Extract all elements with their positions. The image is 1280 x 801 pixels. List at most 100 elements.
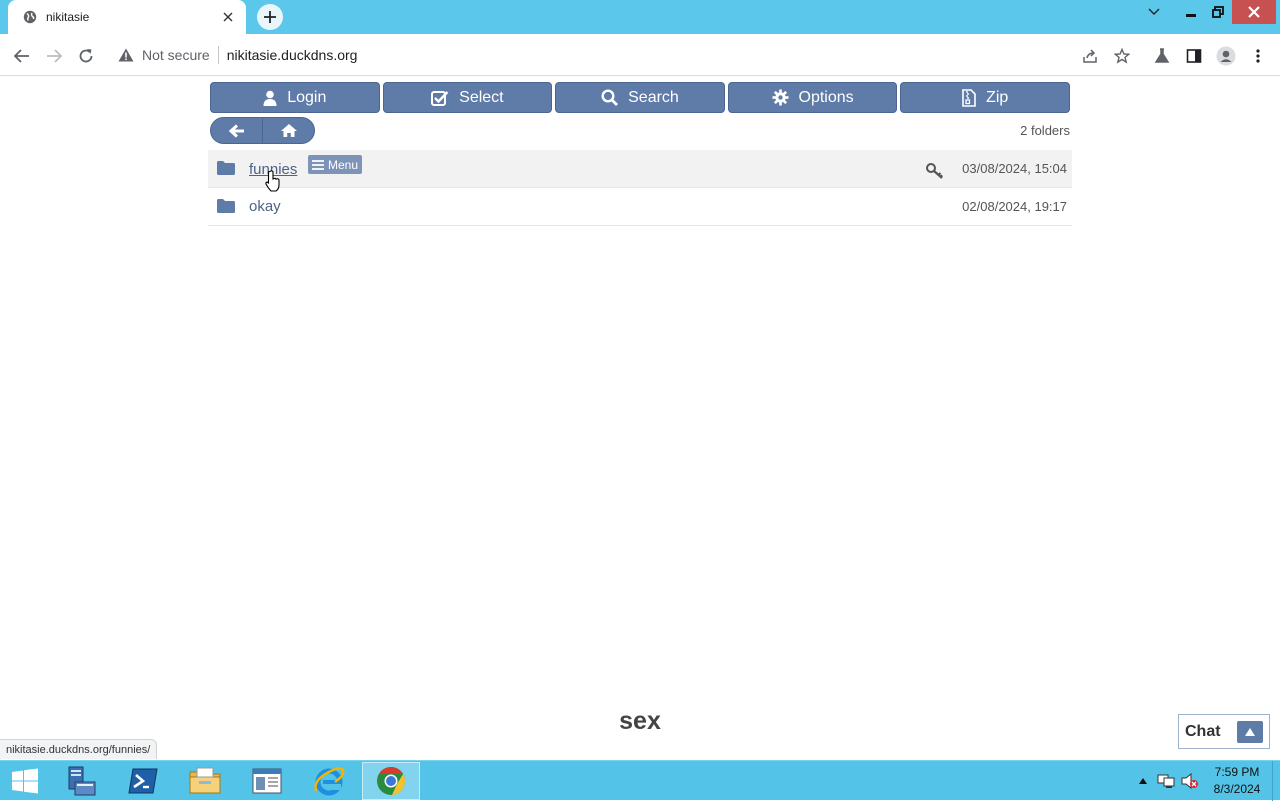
zip-button[interactable]: Zip [900,82,1070,113]
select-button[interactable]: Select [382,82,553,113]
start-button[interactable] [0,762,50,800]
options-label: Options [798,88,854,106]
list-item[interactable]: funnies Menu 03/08/2024, 15:04 [208,150,1072,188]
bookmark-button[interactable] [1108,42,1136,70]
globe-icon [22,9,38,25]
gear-icon [772,89,788,106]
browser-tab[interactable]: nikitasie [8,0,246,34]
back-button[interactable] [8,42,36,70]
search-button[interactable]: Search [555,82,725,113]
internet-explorer-icon [314,767,345,796]
taskbar-powershell[interactable] [114,762,172,800]
taskbar-internet-explorer[interactable] [300,762,358,800]
side-panel-icon [1186,49,1202,63]
arrow-right-icon [47,49,62,63]
tab-title: nikitasie [46,10,90,24]
item-date: 02/08/2024, 19:17 [962,199,1067,214]
item-menu-label: Menu [328,157,359,172]
browser-toolbar: Not secure nikitasie.duckdns.org [0,34,1280,76]
search-icon [601,89,619,106]
address-bar[interactable]: Not secure nikitasie.duckdns.org [108,39,1148,71]
login-button[interactable]: Login [210,82,380,113]
file-explorer-icon [189,767,221,794]
zip-label: Zip [986,88,1009,106]
key-icon [926,163,944,184]
security-indicator[interactable]: Not secure [108,47,210,63]
network-icon[interactable] [1154,773,1178,789]
action-toolbar: Login Select Search Options Zip [210,82,1070,113]
reload-button[interactable] [72,42,100,70]
browser-tabstrip: nikitasie [0,0,1280,34]
window-app-icon [252,768,282,794]
minimize-button[interactable] [1178,0,1204,24]
close-icon [1248,6,1260,18]
list-item[interactable]: okay 02/08/2024, 19:17 [208,188,1072,226]
checkbox-icon [431,90,449,106]
triangle-up-icon [1139,778,1147,784]
browser-menu-button[interactable] [1244,42,1272,70]
avatar-icon [1216,46,1236,66]
folder-icon [217,161,235,180]
windows-logo-icon [12,768,38,794]
hand-cursor-icon [265,170,281,197]
labs-button[interactable] [1148,42,1176,70]
select-label: Select [459,88,504,106]
tray-overflow-button[interactable] [1132,778,1154,784]
zip-file-icon [962,88,976,107]
system-tray: 7:59 PM 8/3/2024 [1132,761,1280,801]
warning-icon [118,48,134,62]
tab-search-button[interactable] [1142,0,1166,24]
home-button[interactable] [262,117,315,144]
share-button[interactable] [1076,42,1104,70]
arrow-left-icon [14,49,29,63]
taskbar-clock[interactable]: 7:59 PM 8/3/2024 [1202,764,1272,798]
restore-button[interactable] [1206,0,1230,24]
chevron-down-icon [1148,8,1160,15]
taskbar-server-manager[interactable] [52,762,110,800]
item-menu-button[interactable]: Menu [308,155,363,174]
arrow-left-icon [228,123,244,138]
home-icon [280,124,297,137]
taskbar-file-explorer[interactable] [176,762,234,800]
profile-button[interactable] [1212,42,1240,70]
taskbar-chrome[interactable] [362,762,420,800]
share-icon [1083,49,1097,63]
side-panel-button[interactable] [1180,42,1208,70]
plus-icon [264,11,276,23]
show-desktop-button[interactable] [1272,761,1280,801]
forward-button[interactable] [40,42,68,70]
login-label: Login [287,88,327,106]
chat-expand-button[interactable] [1237,720,1263,743]
close-window-button[interactable] [1232,0,1276,24]
speaker-muted-icon[interactable] [1178,773,1202,789]
footer-text: sex [619,707,661,735]
folder-count: 2 folders [1020,123,1070,138]
omnibox-divider [217,46,219,64]
hamburger-icon [312,159,324,170]
url-text[interactable]: nikitasie.duckdns.org [227,47,358,63]
options-button[interactable]: Options [727,82,898,113]
minimize-icon [1186,14,1196,17]
taskbar-app[interactable] [238,762,296,800]
user-icon [263,90,277,106]
clock-time: 7:59 PM [1214,765,1260,779]
security-label: Not secure [142,47,210,63]
taskbar: 7:59 PM 8/3/2024 [0,760,1280,801]
triangle-up-icon [1245,727,1255,736]
chat-widget[interactable]: Chat [1178,714,1270,749]
folder-name-link[interactable]: okay [249,198,281,215]
kebab-menu-icon [1256,49,1260,63]
close-tab-icon[interactable] [220,9,236,25]
folder-list: funnies Menu 03/08/2024, 15:04 okay 02/0… [208,150,1072,226]
new-tab-button[interactable] [257,4,283,30]
chrome-icon [377,767,405,795]
chat-label: Chat [1185,722,1221,740]
folder-icon [217,199,235,218]
parent-folder-button[interactable] [210,117,263,144]
server-manager-icon [68,766,96,796]
status-bubble: nikitasie.duckdns.org/funnies/ [0,739,158,759]
search-label: Search [628,88,679,106]
item-date: 03/08/2024, 15:04 [962,161,1067,176]
reload-icon [79,49,93,63]
clock-date: 8/3/2024 [1213,782,1261,796]
